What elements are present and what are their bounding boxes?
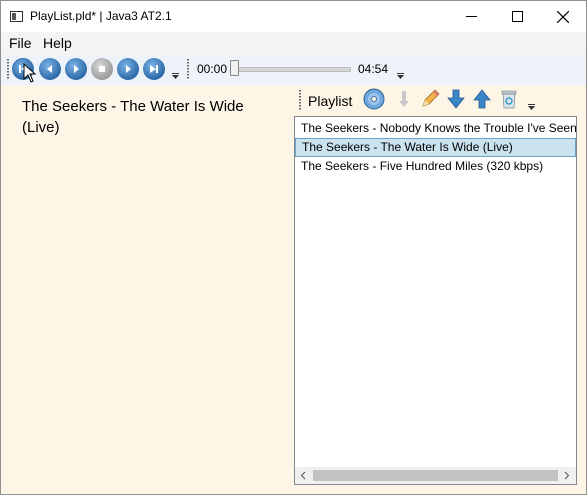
playlist-toolbar: Playlist (293, 85, 586, 115)
skip-to-end-icon (150, 65, 158, 73)
playlist-toolbar-grip[interactable] (299, 90, 301, 110)
close-button[interactable] (540, 1, 586, 32)
playlist-listbox[interactable]: The Seekers - Nobody Knows the Trouble I… (294, 116, 577, 485)
mouse-pointer-icon (23, 63, 37, 83)
title-bar: PlayList.pld* | Java3 AT2.1 (1, 1, 586, 32)
current-time: 00:00 (197, 62, 228, 76)
playlist-item[interactable]: The Seekers - Nobody Knows the Trouble I… (295, 119, 576, 138)
minimize-icon (465, 16, 477, 17)
maximize-icon (511, 11, 523, 22)
playlist-item[interactable]: The Seekers - Five Hundred Miles (320 kb… (295, 157, 576, 176)
horizontal-scrollbar[interactable] (295, 467, 576, 484)
recycle-bin-icon[interactable] (498, 88, 520, 110)
skip-to-end-button[interactable] (143, 58, 165, 80)
previous-icon (47, 65, 52, 73)
toolbar-overflow-icon[interactable] (172, 73, 179, 79)
app-window: PlayList.pld* | Java3 AT2.1 File Help 00… (0, 0, 587, 495)
seek-toolbar-overflow-icon[interactable] (397, 73, 404, 79)
move-up-icon[interactable] (471, 88, 493, 110)
toolbar-grip[interactable] (7, 59, 9, 79)
previous-button[interactable] (39, 58, 61, 80)
playlist-toolbar-overflow-icon[interactable] (528, 104, 535, 110)
insert-arrow-icon[interactable] (393, 88, 415, 110)
stop-button[interactable] (91, 58, 113, 80)
next-button[interactable] (117, 58, 139, 80)
playlist-item-selected[interactable]: The Seekers - The Water Is Wide (Live) (295, 138, 576, 157)
scrollbar-thumb[interactable] (313, 470, 558, 481)
seek-slider-thumb[interactable] (230, 60, 239, 76)
seek-slider-track[interactable] (233, 67, 351, 72)
menu-bar: File Help (1, 32, 586, 54)
maximize-button[interactable] (494, 1, 540, 32)
pencil-icon[interactable] (419, 88, 441, 110)
menu-file[interactable]: File (9, 35, 32, 51)
scroll-right-icon[interactable] (563, 471, 570, 480)
close-icon (557, 10, 569, 23)
stop-icon (99, 66, 105, 72)
minimize-button[interactable] (448, 1, 494, 32)
play-button[interactable] (65, 58, 87, 80)
seek-toolbar-grip[interactable] (187, 59, 189, 79)
move-down-icon[interactable] (445, 88, 467, 110)
next-icon (126, 65, 131, 73)
now-playing-title: The Seekers - The Water Is Wide (Live) (22, 98, 244, 136)
play-icon (74, 65, 79, 73)
window-title: PlayList.pld* | Java3 AT2.1 (30, 9, 172, 23)
playlist-label: Playlist (308, 93, 353, 109)
now-playing-pane: The Seekers - The Water Is Wide (Live) (1, 85, 293, 494)
disc-icon[interactable] (363, 88, 385, 110)
total-time: 04:54 (358, 62, 389, 76)
scroll-left-icon[interactable] (300, 471, 307, 480)
menu-help[interactable]: Help (43, 35, 72, 51)
app-icon (10, 11, 23, 22)
